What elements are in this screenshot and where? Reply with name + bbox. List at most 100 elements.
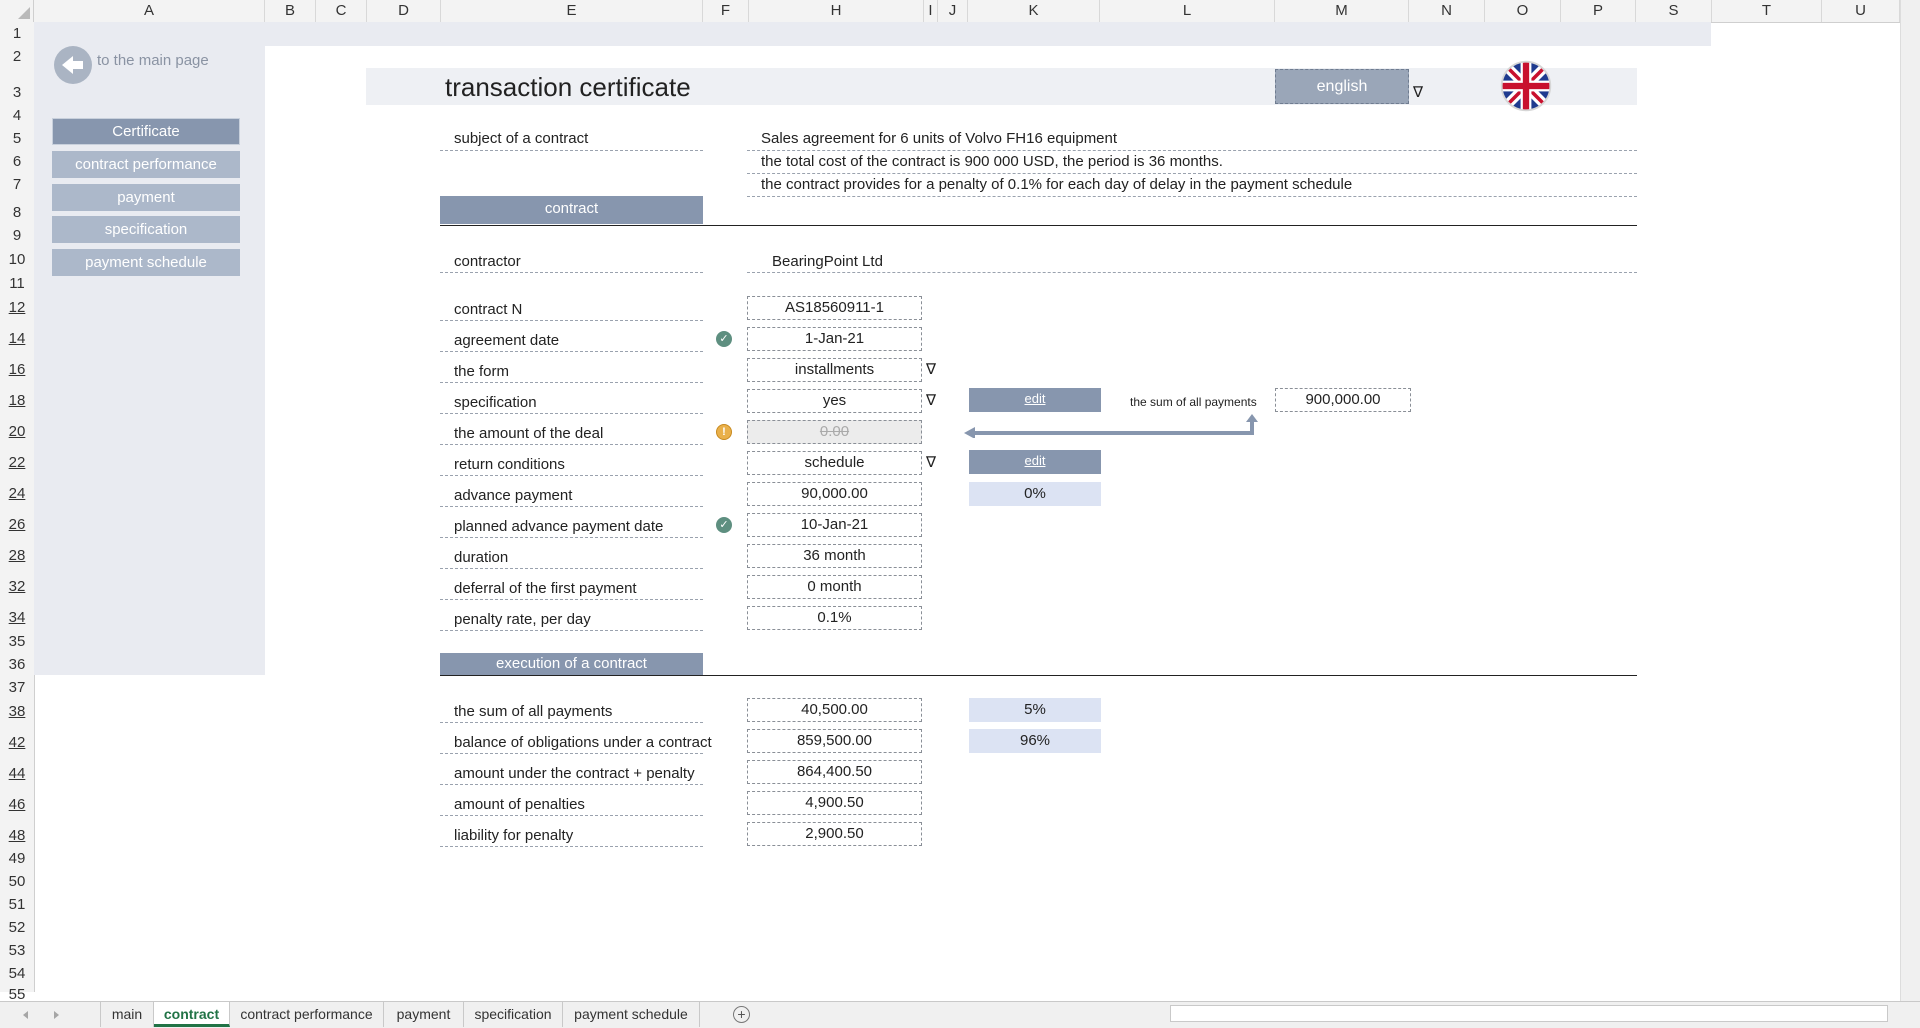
language-dropdown-icon[interactable]: ∇ [1413, 83, 1423, 101]
sheet-tab-payment[interactable]: payment [384, 1002, 464, 1027]
form-select[interactable]: installments [747, 358, 922, 382]
nav-contract-performance[interactable]: contract performance [52, 151, 240, 178]
row-header[interactable]: 1 [0, 26, 34, 41]
select-all-corner[interactable] [0, 0, 34, 22]
row-header[interactable]: 54 [0, 966, 34, 981]
row-header[interactable]: 52 [0, 920, 34, 935]
row-header[interactable]: 37 [0, 680, 34, 695]
row-header[interactable]: 38 [0, 704, 34, 719]
row-header[interactable]: 55 [0, 987, 34, 1002]
duration-field[interactable]: 36 month [747, 544, 922, 568]
row-header[interactable]: 48 [0, 828, 34, 843]
specification-select[interactable]: yes [747, 389, 922, 413]
column-header[interactable]: F [703, 0, 749, 22]
horizontal-scrollbar[interactable] [1170, 1005, 1888, 1022]
column-header[interactable]: O [1485, 0, 1561, 22]
advance-date-field[interactable]: 10-Jan-21 [747, 513, 922, 537]
exec-balance-field[interactable]: 859,500.00 [747, 729, 922, 753]
row-header[interactable]: 14 [0, 331, 34, 346]
language-select[interactable]: english [1275, 69, 1409, 104]
column-header[interactable]: D [367, 0, 441, 22]
row-header[interactable]: 3 [0, 85, 34, 100]
sheet-tab-contract[interactable]: contract [154, 1002, 230, 1027]
column-header[interactable]: B [265, 0, 316, 22]
column-header[interactable]: H [749, 0, 924, 22]
edit-return-conditions-button[interactable]: edit [969, 450, 1101, 474]
row-header[interactable]: 50 [0, 874, 34, 889]
exec-liability-field[interactable]: 2,900.50 [747, 822, 922, 846]
row-header[interactable]: 42 [0, 735, 34, 750]
row-header[interactable]: 53 [0, 943, 34, 958]
row-header[interactable]: 10 [0, 252, 34, 267]
row-header[interactable]: 2 [0, 49, 34, 64]
column-header[interactable]: K [968, 0, 1100, 22]
column-header[interactable]: U [1822, 0, 1900, 22]
column-header[interactable]: J [938, 0, 968, 22]
row-header[interactable]: 28 [0, 548, 34, 563]
column-header[interactable]: C [316, 0, 367, 22]
scroll-left-icon[interactable] [20, 1009, 32, 1021]
nav-payment-schedule[interactable]: payment schedule [52, 249, 240, 276]
deal-amount-field[interactable]: 0.00 [747, 420, 922, 444]
row-header[interactable]: 49 [0, 851, 34, 866]
specification-dropdown-icon[interactable]: ∇ [926, 391, 936, 409]
column-header[interactable]: A [34, 0, 265, 22]
row-header[interactable]: 36 [0, 657, 34, 672]
nav-certificate[interactable]: Certificate [52, 118, 240, 145]
back-arrow-icon[interactable] [54, 46, 92, 84]
row-header[interactable]: 11 [0, 276, 34, 291]
row-header[interactable]: 7 [0, 177, 34, 192]
column-header[interactable]: L [1100, 0, 1275, 22]
sheet-tab-contract-performance[interactable]: contract performance [230, 1002, 384, 1027]
sheet-tab-payment-schedule[interactable]: payment schedule [563, 1002, 700, 1027]
scroll-right-icon[interactable] [50, 1009, 62, 1021]
row-header[interactable]: 9 [0, 228, 34, 243]
row-header[interactable]: 51 [0, 897, 34, 912]
exec-amount-penalty-field[interactable]: 864,400.50 [747, 760, 922, 784]
form-dropdown-icon[interactable]: ∇ [926, 360, 936, 378]
row-header[interactable]: 34 [0, 610, 34, 625]
row-header[interactable]: 22 [0, 455, 34, 470]
row-header[interactable]: 18 [0, 393, 34, 408]
sheet-tab-main[interactable]: main [100, 1002, 154, 1027]
row-header[interactable]: 4 [0, 108, 34, 123]
row-header[interactable]: 44 [0, 766, 34, 781]
row-header[interactable]: 8 [0, 205, 34, 220]
column-header[interactable]: I [924, 0, 938, 22]
nav-payment[interactable]: payment [52, 184, 240, 211]
advance-payment-field[interactable]: 90,000.00 [747, 482, 922, 506]
edit-specification-button[interactable]: edit [969, 388, 1101, 412]
row-header[interactable]: 12 [0, 300, 34, 315]
column-header[interactable]: T [1712, 0, 1822, 22]
return-conditions-select[interactable]: schedule [747, 451, 922, 475]
column-header[interactable]: S [1636, 0, 1712, 22]
uk-flag-icon[interactable] [1499, 59, 1553, 113]
row-header[interactable]: 5 [0, 131, 34, 146]
penalty-rate-field[interactable]: 0.1% [747, 606, 922, 630]
exec-sum-payments-field[interactable]: 40,500.00 [747, 698, 922, 722]
sheet-tab-specification[interactable]: specification [464, 1002, 563, 1027]
row-header[interactable]: 24 [0, 486, 34, 501]
row-header[interactable]: 26 [0, 517, 34, 532]
return-conditions-dropdown-icon[interactable]: ∇ [926, 453, 936, 471]
contract-number-field[interactable]: AS18560911-1 [747, 296, 922, 320]
column-header[interactable]: P [1561, 0, 1636, 22]
row-header[interactable]: 35 [0, 634, 34, 649]
row-header[interactable]: 20 [0, 424, 34, 439]
add-sheet-icon[interactable]: + [733, 1006, 750, 1023]
back-to-main-link[interactable]: to the main page [97, 52, 209, 69]
contractor-value[interactable]: BearingPoint Ltd [772, 253, 883, 270]
column-header[interactable]: M [1275, 0, 1409, 22]
vertical-scrollbar[interactable] [1900, 0, 1920, 1001]
column-header[interactable]: E [441, 0, 703, 22]
row-header[interactable]: 46 [0, 797, 34, 812]
deferral-field[interactable]: 0 month [747, 575, 922, 599]
column-header[interactable]: N [1409, 0, 1485, 22]
agreement-date-field[interactable]: 1-Jan-21 [747, 327, 922, 351]
row-header[interactable]: 32 [0, 579, 34, 594]
nav-specification[interactable]: specification [52, 216, 240, 243]
sum-all-payments-field[interactable]: 900,000.00 [1275, 388, 1411, 412]
exec-penalties-field[interactable]: 4,900.50 [747, 791, 922, 815]
row-header[interactable]: 16 [0, 362, 34, 377]
row-header[interactable]: 6 [0, 154, 34, 169]
